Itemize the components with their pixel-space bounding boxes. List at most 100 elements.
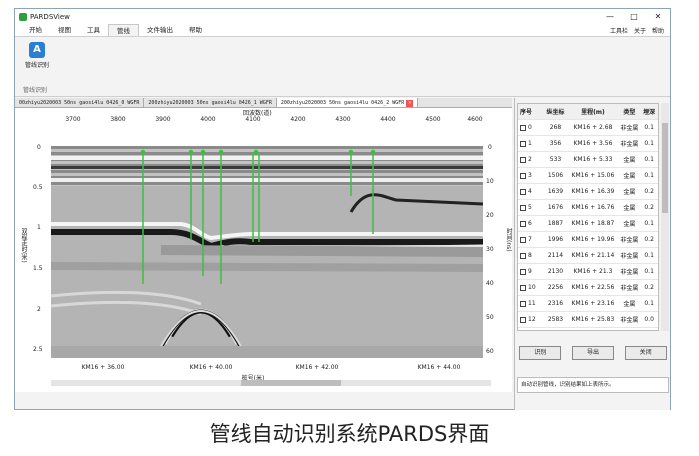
doc-tab-2[interactable]: 200zhiyu2020003 50ns gaosi4lu 0426_2 WGF… bbox=[276, 98, 419, 107]
row-checkbox-cell[interactable]: 5 bbox=[518, 204, 544, 211]
tab-file-output[interactable]: 文件输出 bbox=[139, 24, 181, 36]
tab-tools[interactable]: 工具 bbox=[79, 24, 108, 36]
table-row[interactable]: 12 2583 KM16 + 25.83 非金属 0.0 bbox=[518, 312, 658, 328]
horizontal-scrollbar[interactable] bbox=[51, 380, 491, 386]
table-row[interactable]: 8 2114 KM16 + 21.14 非金属 0.1 bbox=[518, 248, 658, 264]
top-tick: 4200 bbox=[290, 116, 306, 123]
radar-image bbox=[51, 146, 483, 358]
tab-view[interactable]: 视图 bbox=[50, 24, 79, 36]
row-index: 3 bbox=[528, 172, 532, 179]
table-cell: 0.2 bbox=[644, 188, 654, 195]
top-tick: 4400 bbox=[380, 116, 396, 123]
row-checkbox-cell[interactable]: 9 bbox=[518, 268, 544, 275]
left-tick: 2 bbox=[37, 306, 41, 313]
col-header: 纵坐标 bbox=[546, 109, 565, 116]
identify-button[interactable]: 识别 bbox=[519, 346, 562, 360]
row-checkbox[interactable] bbox=[520, 268, 526, 275]
row-checkbox-cell[interactable]: 12 bbox=[518, 316, 544, 323]
table-vertical-scrollbar[interactable] bbox=[661, 103, 669, 331]
close-window-button[interactable]: ✕ bbox=[646, 12, 670, 21]
col-header: 里程(m) bbox=[581, 109, 605, 116]
table-cell: 0.2 bbox=[644, 236, 654, 243]
maximize-button[interactable]: □ bbox=[622, 12, 646, 21]
table-cell: 非金属 bbox=[620, 125, 639, 132]
table-cell: 非金属 bbox=[620, 141, 639, 148]
row-checkbox[interactable] bbox=[520, 124, 526, 131]
table-scrollbar-thumb[interactable] bbox=[662, 123, 668, 213]
table-row[interactable]: 5 1676 KM16 + 16.76 金属 0.2 bbox=[518, 200, 658, 216]
table-row[interactable]: 6 1887 KM16 + 18.87 金属 0.1 bbox=[518, 216, 658, 232]
table-row[interactable]: 1 356 KM16 + 3.56 非金属 0.1 bbox=[518, 136, 658, 152]
table-cell: 金属 bbox=[623, 157, 636, 164]
table-cell: 0.1 bbox=[644, 172, 654, 179]
row-checkbox-cell[interactable]: 4 bbox=[518, 188, 544, 195]
table-cell: KM16 + 16.76 bbox=[571, 204, 615, 211]
row-checkbox-cell[interactable]: 2 bbox=[518, 156, 544, 163]
top-tick: 3800 bbox=[110, 116, 126, 123]
row-checkbox[interactable] bbox=[520, 204, 526, 211]
row-checkbox[interactable] bbox=[520, 316, 526, 323]
row-checkbox-cell[interactable]: 6 bbox=[518, 220, 544, 227]
doc-tab-1[interactable]: 200zhiyu2020003 50ns gaosi4lu 0426_1 WGF… bbox=[144, 98, 277, 107]
table-cell: KM16 + 19.96 bbox=[571, 236, 615, 243]
table-row[interactable]: 11 2316 KM16 + 23.16 金属 0.1 bbox=[518, 296, 658, 312]
table-cell: KM16 + 15.06 bbox=[571, 172, 615, 179]
row-index: 5 bbox=[528, 204, 532, 211]
row-checkbox[interactable] bbox=[520, 252, 526, 259]
row-checkbox-cell[interactable]: 1 bbox=[518, 140, 544, 147]
toolbar-link[interactable]: 工具栏 bbox=[610, 26, 628, 35]
table-cell: 非金属 bbox=[620, 285, 639, 292]
table-row[interactable]: 2 533 KM16 + 5.33 金属 0.1 bbox=[518, 152, 658, 168]
row-checkbox-cell[interactable]: 0 bbox=[518, 124, 544, 131]
tab-pipeline[interactable]: 管线 bbox=[108, 24, 139, 36]
about-link[interactable]: 关于 bbox=[634, 26, 646, 35]
document-tabs: 00zhiyu2020003 50ns gaosi4lu 0426_0 WGFR… bbox=[15, 98, 512, 108]
row-checkbox[interactable] bbox=[520, 172, 526, 179]
table-cell: 356 bbox=[549, 140, 562, 147]
row-index: 11 bbox=[528, 300, 536, 307]
row-checkbox-cell[interactable]: 11 bbox=[518, 300, 544, 307]
col-header: 序号 bbox=[520, 109, 533, 116]
row-checkbox[interactable] bbox=[520, 236, 526, 243]
help-link[interactable]: 帮助 bbox=[652, 26, 664, 35]
export-button[interactable]: 导出 bbox=[571, 346, 614, 360]
row-index: 0 bbox=[528, 124, 532, 131]
row-checkbox[interactable] bbox=[520, 284, 526, 291]
row-index: 6 bbox=[528, 220, 532, 227]
row-index: 4 bbox=[528, 188, 532, 195]
table-row[interactable]: 3 1506 KM16 + 15.06 金属 0.1 bbox=[518, 168, 658, 184]
minimize-button[interactable]: — bbox=[598, 12, 622, 21]
figure-caption: 管线自动识别系统PARDS界面 bbox=[209, 422, 490, 446]
table-row[interactable]: 9 2130 KM16 + 21.3 非金属 0.1 bbox=[518, 264, 658, 280]
table-row[interactable]: 4 1639 KM16 + 16.39 金属 0.2 bbox=[518, 184, 658, 200]
close-button[interactable]: 关闭 bbox=[624, 346, 667, 360]
col-header: 类型 bbox=[623, 109, 636, 116]
row-index: 12 bbox=[528, 316, 536, 323]
table-row[interactable]: 10 2256 KM16 + 22.56 非金属 0.2 bbox=[518, 280, 658, 296]
scrollbar-thumb[interactable] bbox=[241, 380, 341, 386]
window-title: PARDSView bbox=[30, 12, 70, 21]
row-checkbox-cell[interactable]: 10 bbox=[518, 284, 544, 291]
table-cell: 2316 bbox=[547, 300, 564, 307]
top-tick: 4300 bbox=[335, 116, 351, 123]
row-checkbox[interactable] bbox=[520, 140, 526, 147]
left-tick: 1.5 bbox=[33, 265, 43, 272]
row-checkbox[interactable] bbox=[520, 156, 526, 163]
tab-start[interactable]: 开始 bbox=[21, 24, 50, 36]
tab-help[interactable]: 帮助 bbox=[181, 24, 210, 36]
pipe-recognition-button[interactable]: A 管线识别 bbox=[19, 42, 55, 69]
row-checkbox[interactable] bbox=[520, 188, 526, 195]
table-row[interactable]: 0 268 KM16 + 2.68 非金属 0.1 bbox=[518, 120, 658, 136]
row-checkbox-cell[interactable]: 7 bbox=[518, 236, 544, 243]
close-tab-icon[interactable]: × bbox=[406, 100, 414, 107]
row-checkbox[interactable] bbox=[520, 220, 526, 227]
row-index: 1 bbox=[528, 140, 532, 147]
doc-tab-0[interactable]: 00zhiyu2020003 50ns gaosi4lu 0426_0 WGFR bbox=[15, 98, 145, 107]
table-row[interactable]: 7 1996 KM16 + 19.96 非金属 0.2 bbox=[518, 232, 658, 248]
table-cell: 0.1 bbox=[644, 300, 654, 307]
row-checkbox[interactable] bbox=[520, 300, 526, 307]
row-checkbox-cell[interactable]: 3 bbox=[518, 172, 544, 179]
table-cell: 1887 bbox=[547, 220, 564, 227]
row-checkbox-cell[interactable]: 8 bbox=[518, 252, 544, 259]
left-axis-title: 双程走时(米) bbox=[20, 228, 27, 263]
